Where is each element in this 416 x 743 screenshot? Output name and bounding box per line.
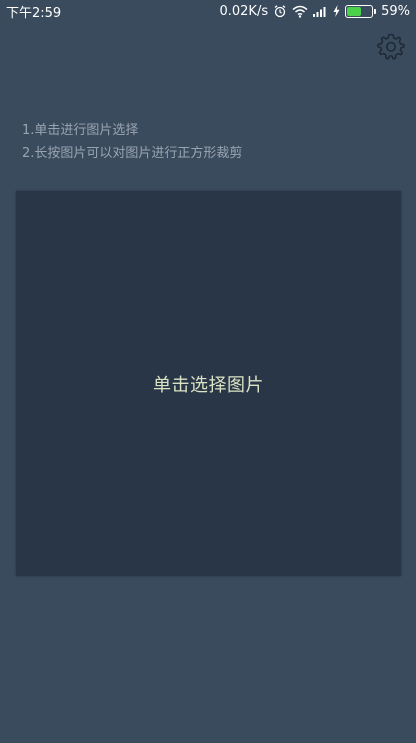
alarm-icon: [273, 4, 287, 18]
charging-icon: [333, 5, 340, 17]
status-bar: 下午2:59 0.02K/s 59%: [0, 0, 416, 22]
status-time: 下午2:59: [6, 5, 62, 21]
instruction-line-1: 1.单击进行图片选择: [22, 123, 139, 138]
signal-icon: [313, 5, 328, 17]
image-picker-area[interactable]: 单击选择图片: [16, 191, 401, 576]
status-indicators: 0.02K/s 59%: [219, 4, 410, 19]
network-speed: 0.02K/s: [219, 3, 269, 19]
battery-percent: 59%: [381, 3, 410, 19]
battery-level: [347, 6, 362, 16]
pick-image-label: 单击选择图片: [153, 374, 264, 396]
instruction-line-2: 2.长按图片可以对图片进行正方形裁剪: [22, 146, 243, 161]
gear-icon: [377, 33, 405, 60]
instructions: 1.单击进行图片选择 2.长按图片可以对图片进行正方形裁剪: [22, 119, 242, 165]
wifi-icon: [292, 5, 308, 18]
battery-icon: [345, 4, 377, 18]
settings-button[interactable]: [376, 31, 406, 61]
